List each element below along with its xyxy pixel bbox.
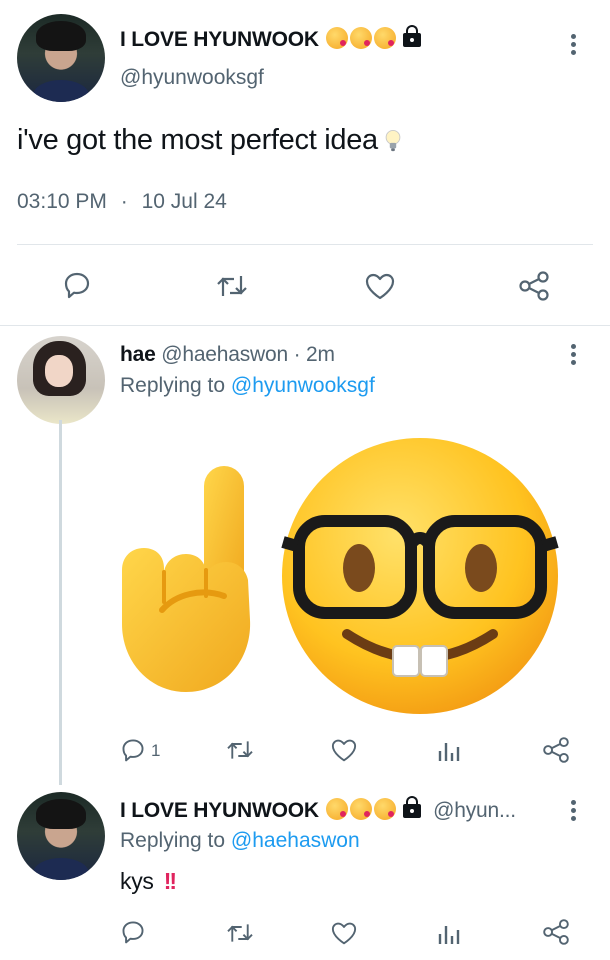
reply-count: 1 — [151, 741, 161, 760]
avatar[interactable] — [17, 792, 105, 880]
tweet-text-row: i've got the most perfect idea — [17, 124, 402, 157]
kissing-face-icon — [350, 27, 373, 49]
reply-author-row[interactable]: I LOVE HYUNWOOK @hyun... — [120, 796, 516, 823]
more-options-button[interactable] — [571, 34, 577, 58]
avatar[interactable] — [17, 14, 105, 102]
replying-to-row: Replying to @haehaswon — [120, 829, 360, 853]
avatar[interactable] — [17, 336, 105, 424]
tweet-date: 10 Jul 24 — [141, 190, 227, 213]
replying-to-link[interactable]: @hyunwooksgf — [231, 374, 375, 397]
tweet-timestamp[interactable]: 03:10 PM · 10 Jul 24 — [17, 190, 227, 214]
share-icon[interactable] — [541, 736, 571, 764]
double-exclamation-icon: !! — [163, 868, 177, 894]
reply-author-handle: @haehaswon — [161, 343, 288, 366]
kissing-face-icon — [350, 798, 373, 820]
replying-prefix: Replying to — [120, 829, 226, 852]
kissing-face-icon — [326, 798, 349, 820]
reply-text: kys — [120, 868, 154, 894]
retweet-icon[interactable] — [225, 921, 255, 945]
nerd-face-icon — [281, 438, 559, 714]
kissing-face-icon — [374, 798, 397, 820]
reply-icon[interactable] — [119, 919, 147, 945]
reply-author-row[interactable]: hae @haehaswon · 2m — [120, 343, 335, 367]
author-name-row[interactable]: I LOVE HYUNWOOK — [120, 25, 422, 52]
views-icon[interactable] — [437, 737, 461, 763]
reply-author-name: I LOVE HYUNWOOK — [120, 799, 319, 822]
replying-to-row: Replying to @hyunwooksgf — [120, 374, 375, 398]
thread-line — [59, 420, 62, 785]
lock-icon — [403, 25, 422, 47]
replying-prefix: Replying to — [120, 374, 226, 397]
reply-author-handle: @hyun... — [433, 799, 516, 822]
replying-to-link[interactable]: @haehaswon — [231, 829, 360, 852]
retweet-icon[interactable] — [215, 272, 249, 300]
kissing-face-icon — [326, 27, 349, 49]
reply-icon[interactable] — [119, 737, 147, 763]
reply-time: · 2m — [293, 343, 335, 366]
retweet-icon[interactable] — [225, 738, 255, 762]
reply-text-row: kys !! — [120, 868, 177, 895]
author-handle[interactable]: @hyunwooksgf — [120, 66, 264, 90]
like-icon[interactable] — [330, 738, 358, 762]
more-options-button[interactable] — [571, 800, 577, 824]
divider — [17, 244, 593, 245]
views-icon[interactable] — [437, 920, 461, 946]
index-pointing-up-icon — [122, 466, 251, 692]
lock-icon — [403, 796, 422, 818]
reply-author-name: hae — [120, 343, 156, 366]
tweet-time: 03:10 PM — [17, 190, 107, 213]
author-name: I LOVE HYUNWOOK — [120, 28, 319, 51]
kissing-face-icon — [374, 27, 397, 49]
share-icon[interactable] — [541, 918, 571, 946]
light-bulb-icon — [385, 130, 401, 152]
tweet-text: i've got the most perfect idea — [17, 124, 378, 156]
meta-separator: · — [120, 190, 128, 213]
divider — [0, 325, 610, 326]
like-icon[interactable] — [330, 921, 358, 945]
reply-icon[interactable] — [62, 270, 92, 300]
share-icon[interactable] — [517, 270, 551, 302]
like-icon[interactable] — [364, 272, 396, 300]
more-options-button[interactable] — [571, 344, 577, 368]
